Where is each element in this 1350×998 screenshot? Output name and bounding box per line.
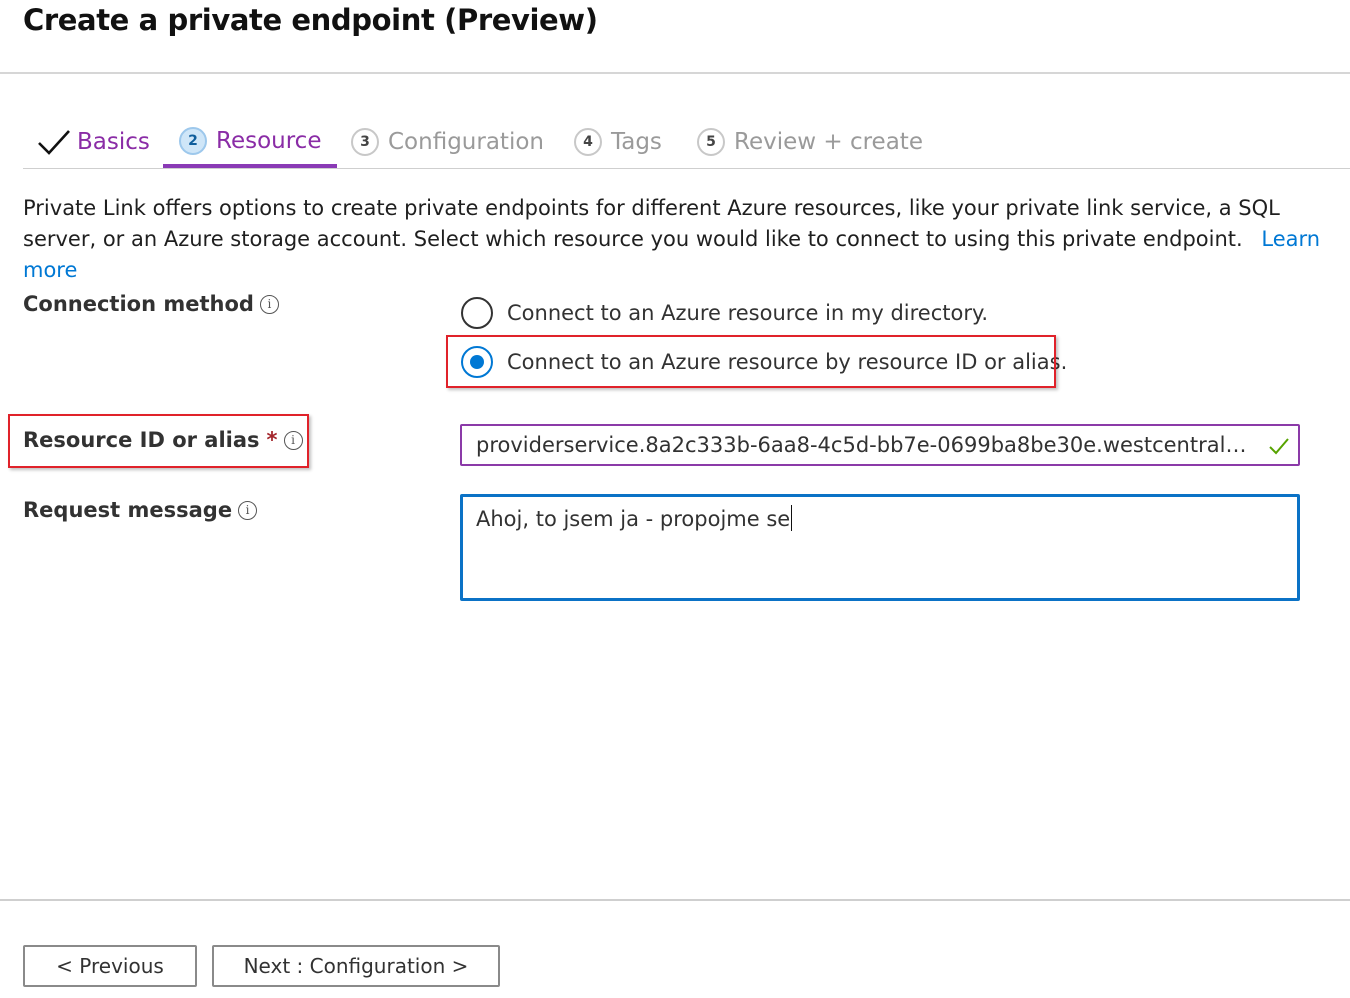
tab-label: Review + create xyxy=(734,129,923,155)
checkmark-icon xyxy=(38,130,70,155)
tab-review-create[interactable]: 5 Review + create xyxy=(697,118,923,166)
tab-label: Resource xyxy=(216,128,322,154)
description-text: Private Link offers options to create pr… xyxy=(23,196,1280,251)
checkmark-valid-icon xyxy=(1269,438,1289,455)
info-icon[interactable]: i xyxy=(238,500,258,520)
previous-button[interactable]: < Previous xyxy=(23,945,197,987)
field-label-text: Connection method xyxy=(23,292,254,316)
description: Private Link offers options to create pr… xyxy=(23,193,1323,286)
request-message-value: Ahoj, to jsem ja - propojme se xyxy=(476,507,791,531)
footer-divider xyxy=(0,899,1350,901)
step-number-badge: 5 xyxy=(697,128,725,156)
tab-tags[interactable]: 4 Tags xyxy=(574,118,662,166)
resource-id-input[interactable]: providerservice.8a2c333b-6aa8-4c5d-bb7e-… xyxy=(460,424,1300,466)
wizard-tabs: Basics 2 Resource 3 Configuration 4 Tags… xyxy=(23,118,1350,170)
tab-label: Basics xyxy=(77,129,150,155)
step-number-badge: 3 xyxy=(351,128,379,156)
tab-configuration[interactable]: 3 Configuration xyxy=(351,118,544,166)
page-title: Create a private endpoint (Preview) xyxy=(23,3,598,37)
radio-button[interactable] xyxy=(461,297,493,329)
info-icon[interactable]: i xyxy=(259,294,279,314)
tab-basics[interactable]: Basics xyxy=(37,118,150,166)
text-cursor xyxy=(791,505,793,531)
request-message-label: Request message i xyxy=(23,498,258,522)
step-number-badge: 2 xyxy=(179,127,207,155)
radio-option-directory[interactable]: Connect to an Azure resource in my direc… xyxy=(461,297,988,329)
highlight-box-radio xyxy=(446,335,1056,388)
radio-label: Connect to an Azure resource in my direc… xyxy=(507,301,989,325)
next-configuration-button[interactable]: Next : Configuration > xyxy=(212,945,500,987)
tab-label: Tags xyxy=(611,129,662,155)
tabs-divider xyxy=(23,168,1350,169)
resource-id-value: providerservice.8a2c333b-6aa8-4c5d-bb7e-… xyxy=(476,433,1256,457)
connection-method-label: Connection method i xyxy=(23,292,279,316)
field-label-text: Request message xyxy=(23,498,233,522)
tab-resource[interactable]: 2 Resource xyxy=(163,118,338,168)
header-divider xyxy=(0,72,1350,74)
highlight-box-label xyxy=(8,414,309,468)
tab-label: Configuration xyxy=(388,129,544,155)
request-message-textarea[interactable]: Ahoj, to jsem ja - propojme se xyxy=(460,494,1300,601)
step-number-badge: 4 xyxy=(574,128,602,156)
